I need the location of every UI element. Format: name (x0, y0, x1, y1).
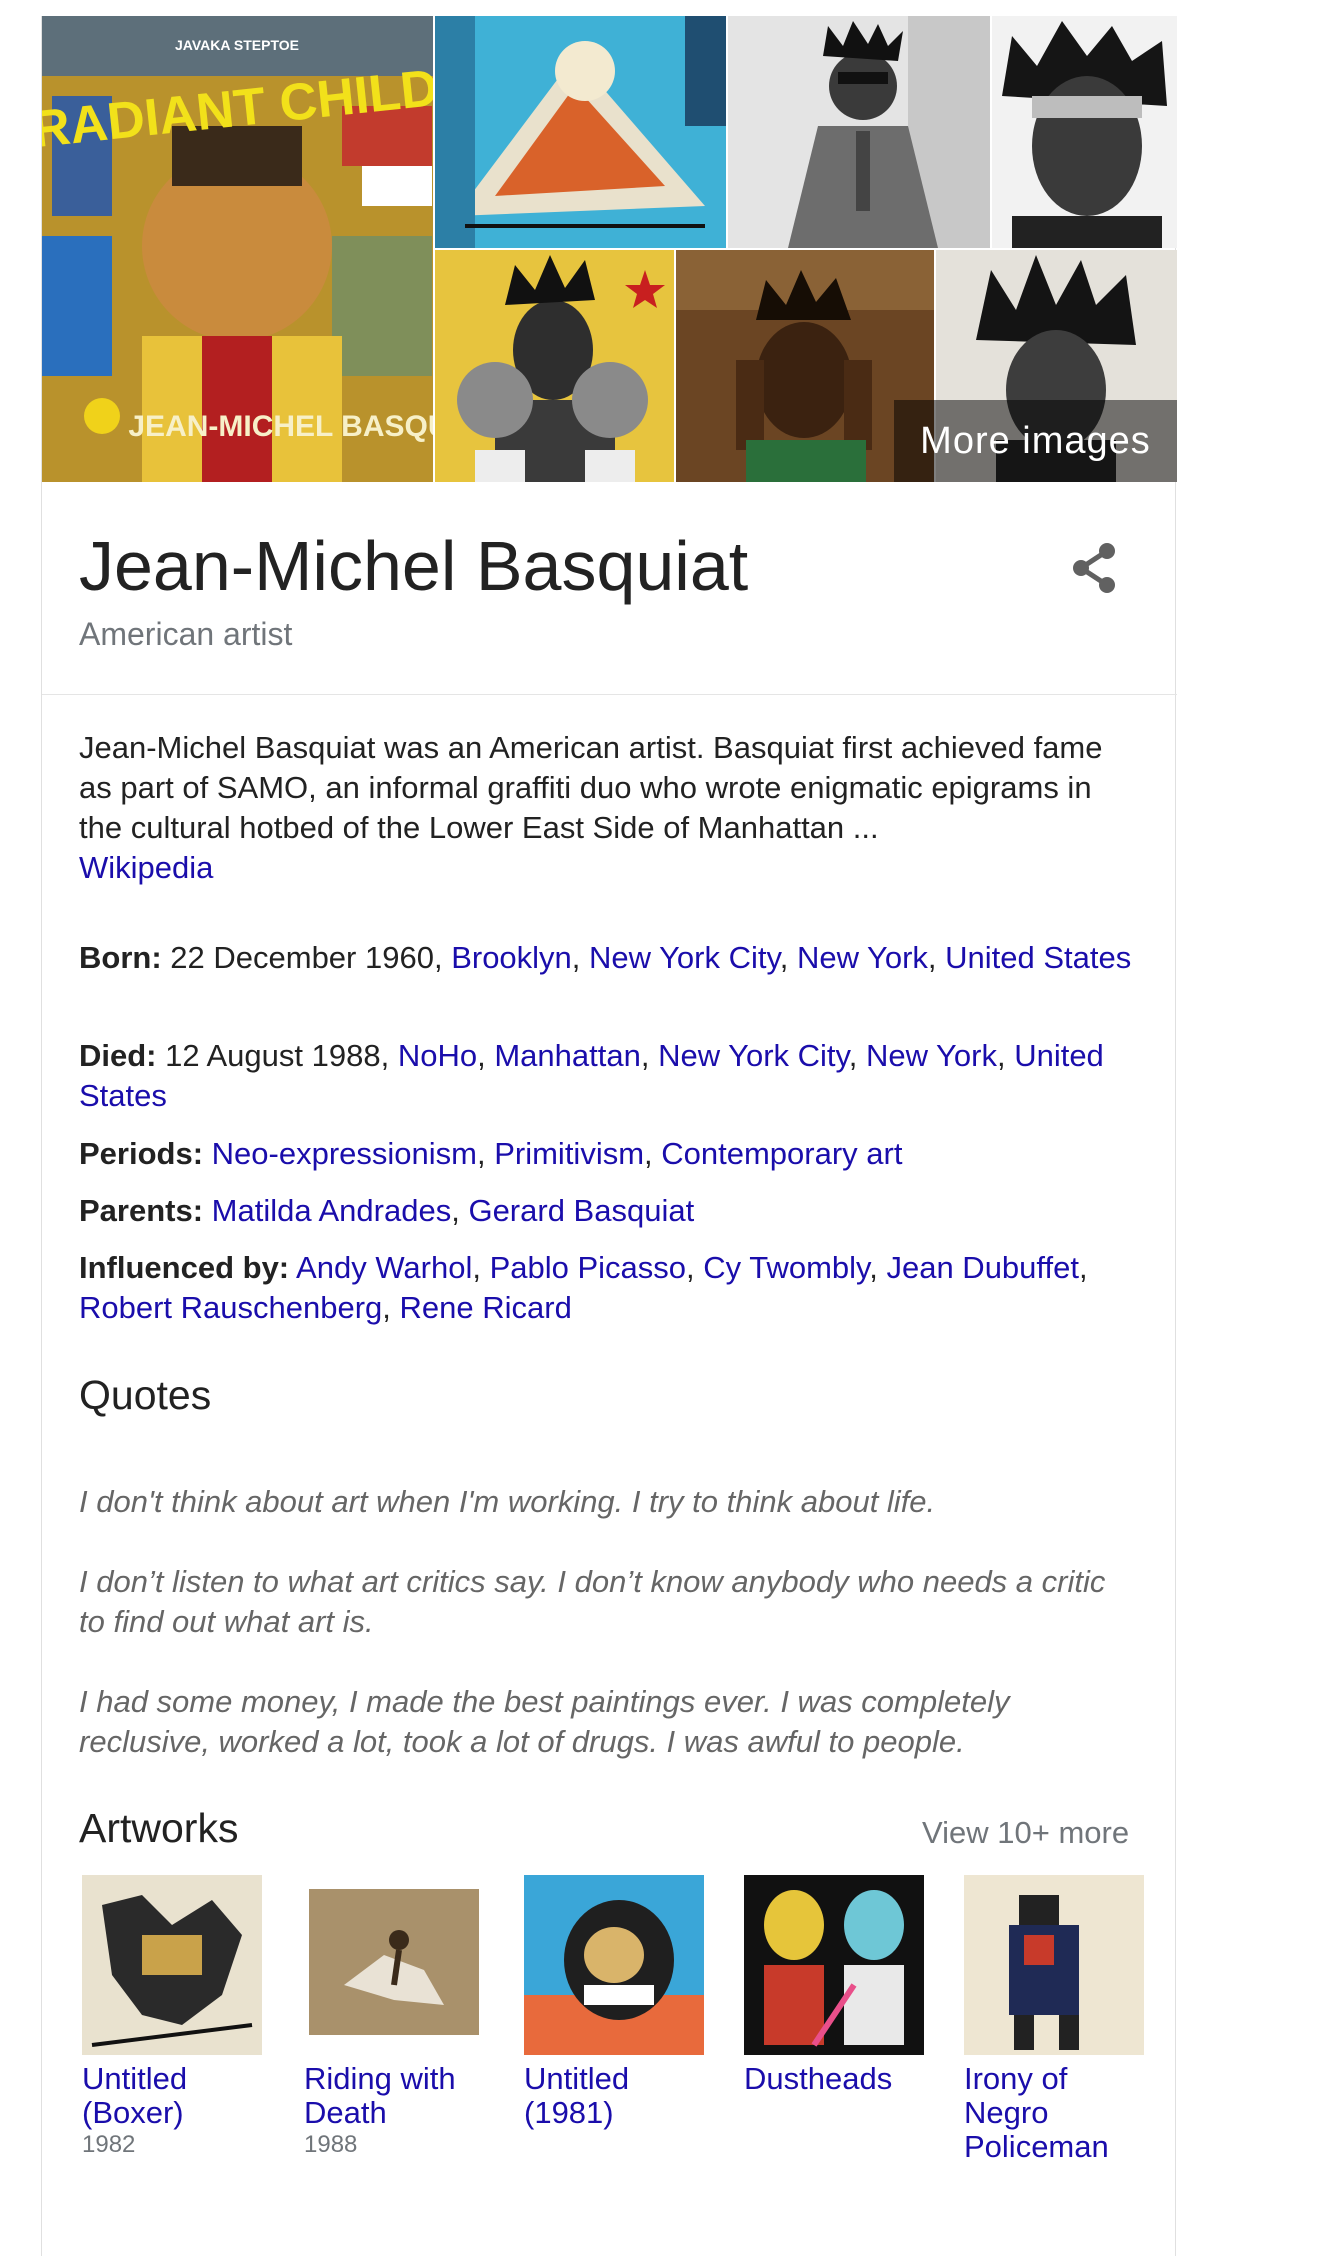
entity-title: Jean-Michel Basquiat (79, 527, 749, 605)
wikipedia-link[interactable]: Wikipedia (79, 850, 213, 885)
period-link-neo-expressionism[interactable]: Neo-expressionism (212, 1136, 477, 1171)
artwork-name[interactable]: Dustheads (744, 2062, 934, 2096)
fact-died-label: Died: (79, 1038, 157, 1073)
artwork-name[interactable]: Untitled (Boxer) (82, 2062, 272, 2130)
died-link-noho[interactable]: NoHo (398, 1038, 477, 1073)
photo-boxer-image[interactable] (435, 250, 674, 482)
influence-link-twombly[interactable]: Cy Twombly (703, 1250, 869, 1285)
artwork-thumbnail[interactable] (304, 1875, 484, 2055)
artwork-card[interactable]: Untitled (Boxer) 1982 (82, 1875, 272, 2160)
fact-parents-label: Parents: (79, 1193, 204, 1228)
artwork-name[interactable]: Riding with Death (304, 2062, 494, 2130)
photo-portrait-image[interactable] (992, 16, 1177, 248)
artwork-name[interactable]: Irony of Negro Policeman (964, 2062, 1154, 2164)
artwork-thumbnail[interactable] (82, 1875, 262, 2055)
artwork-name[interactable]: Untitled (1981) (524, 2062, 714, 2130)
died-link-manhattan[interactable]: Manhattan (494, 1038, 641, 1073)
artwork-year: 1988 (304, 2131, 358, 2158)
artwork-card[interactable]: Riding with Death 1988 (304, 1875, 494, 2160)
parent-link-matilda[interactable]: Matilda Andrades (212, 1193, 452, 1228)
quote-item: I don't think about art when I'm working… (79, 1484, 936, 1519)
artworks-heading: Artworks (79, 1805, 239, 1851)
cover-author-text: JAVAKA STEPTOE (175, 37, 299, 53)
more-images-button[interactable]: More images (894, 400, 1177, 482)
fact-parents: Parents: Matilda Andrades, Gerard Basqui… (79, 1193, 695, 1228)
born-link-brooklyn[interactable]: Brooklyn (451, 940, 572, 975)
influence-link-dubuffet[interactable]: Jean Dubuffet (886, 1250, 1078, 1285)
fact-died: Died: 12 August 1988, NoHo, Manhattan, N… (79, 1038, 1104, 1113)
born-link-new-york[interactable]: New York (797, 940, 928, 975)
born-link-united-states[interactable]: United States (945, 940, 1131, 975)
died-link-new-york[interactable]: New York (866, 1038, 997, 1073)
influence-link-warhol[interactable]: Andy Warhol (296, 1250, 472, 1285)
artwork-thumbnail[interactable] (524, 1875, 704, 2055)
died-link-nyc[interactable]: New York City (658, 1038, 849, 1073)
fact-influenced-label: Influenced by: (79, 1250, 290, 1285)
artwork-thumbnail[interactable] (744, 1875, 924, 2055)
artwork-thumbnail[interactable] (964, 1875, 1144, 2055)
fact-born-label: Born: (79, 940, 162, 975)
entity-subtitle: American artist (79, 616, 293, 652)
more-images-label: More images (920, 419, 1151, 462)
period-link-primitivism[interactable]: Primitivism (494, 1136, 644, 1171)
quote-item: I had some money, I made the best painti… (79, 1684, 1010, 1759)
parent-link-gerard[interactable]: Gerard Basquiat (468, 1193, 694, 1228)
quotes-heading: Quotes (79, 1372, 212, 1418)
fact-born: Born: 22 December 1960, Brooklyn, New Yo… (79, 940, 1132, 975)
influence-link-rauschenberg[interactable]: Robert Rauschenberg (79, 1290, 382, 1325)
artwork-year: 1982 (82, 2131, 136, 2158)
fact-periods-label: Periods: (79, 1136, 204, 1171)
view-more-artworks-link[interactable]: View 10+ more (922, 1815, 1129, 1851)
knowledge-panel: JAVAKA STEPTOE RADIANT CHILD JEAN-MICHEL… (41, 16, 1177, 2256)
artwork-card[interactable]: Dustheads (744, 1875, 934, 2096)
painting-bird-image[interactable] (435, 16, 726, 248)
quote-item: I don’t listen to what art critics say. … (79, 1564, 1106, 1639)
artwork-card[interactable]: Untitled (1981) (524, 1875, 714, 2130)
cover-name-text: JEAN-MICHEL BASQUIAT (128, 410, 433, 443)
photo-suit-image[interactable] (728, 16, 990, 248)
born-link-nyc[interactable]: New York City (589, 940, 780, 975)
influence-link-ricard[interactable]: Rene Ricard (400, 1290, 572, 1325)
fact-died-date: 12 August 1988, (165, 1038, 390, 1073)
share-button[interactable] (1061, 535, 1127, 601)
section-divider (42, 694, 1177, 695)
share-icon (1073, 543, 1115, 593)
artwork-card[interactable]: Irony of Negro Policeman (964, 1875, 1154, 2164)
book-cover-image[interactable]: JAVAKA STEPTOE RADIANT CHILD JEAN-MICHEL… (42, 16, 433, 482)
fact-periods: Periods: Neo-expressionism, Primitivism,… (79, 1136, 903, 1171)
fact-born-date: 22 December 1960, (170, 940, 443, 975)
description-text: Jean-Michel Basquiat was an American art… (79, 730, 1103, 845)
period-link-contemporary-art[interactable]: Contemporary art (661, 1136, 902, 1171)
description: Jean-Michel Basquiat was an American art… (79, 728, 1139, 888)
influence-link-picasso[interactable]: Pablo Picasso (490, 1250, 686, 1285)
fact-influenced-by: Influenced by: Andy Warhol, Pablo Picass… (79, 1250, 1088, 1325)
